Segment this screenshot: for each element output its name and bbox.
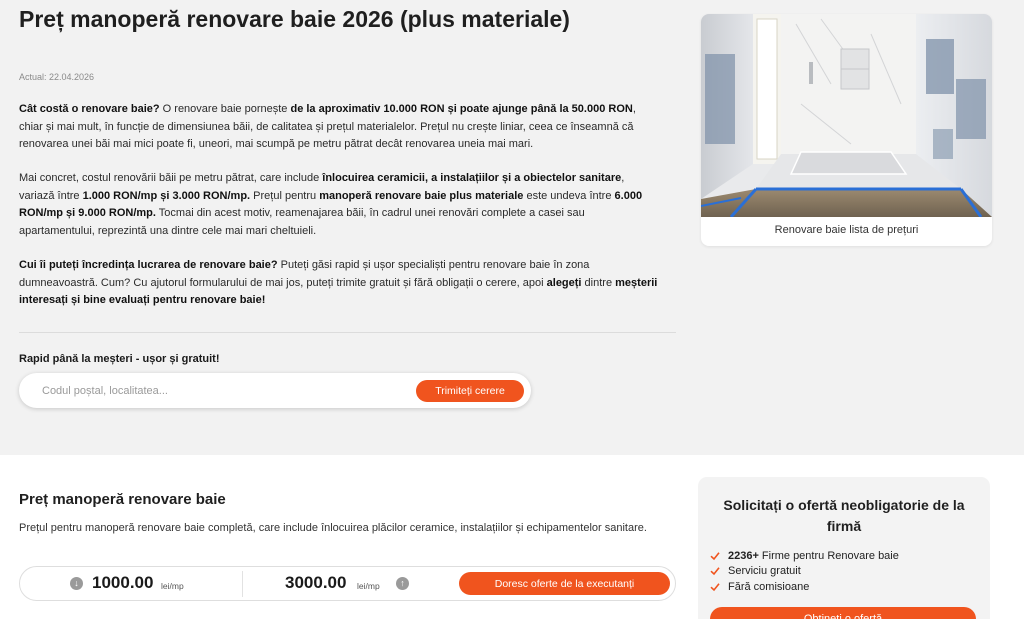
- bathroom-renovation-photo: [701, 14, 992, 217]
- list-item: Fără comisioane: [710, 579, 899, 595]
- bold-text-segment: alegeți: [546, 276, 582, 289]
- bold-text-segment: Cât costă o renovare baie?: [19, 103, 160, 115]
- pricing-description: Prețul pentru manoperă renovare baie com…: [19, 522, 647, 534]
- postal-code-input[interactable]: [35, 381, 405, 401]
- quick-request-form: Trimiteți cerere: [19, 373, 531, 408]
- list-item-text: Serviciu gratuit: [728, 565, 801, 578]
- request-offers-button[interactable]: Doresc oferte de la executanți: [459, 572, 670, 595]
- list-item-bold: 2236+: [728, 549, 759, 562]
- bold-text-segment: Cui îi puteți încredința lucrarea de ren…: [19, 259, 278, 271]
- intro-paragraph-3: Cui îi puteți încredința lucrarea de ren…: [19, 257, 659, 310]
- list-item-text: Firme pentru Renovare baie: [761, 549, 899, 562]
- list-item: 2236+ Firme pentru Renovare baie: [710, 548, 899, 564]
- pricing-title: Preț manoperă renovare baie: [19, 491, 226, 508]
- list-item-text: Fără comisioane: [728, 580, 810, 593]
- quick-form-label: Rapid până la meșteri - ușor și gratuit!: [19, 353, 220, 365]
- bold-text-segment: de la aproximativ 10.000 RON și poate aj…: [290, 103, 633, 115]
- offer-card-title: Solicitați o ofertă neobligatorie de la …: [723, 497, 965, 534]
- check-icon: [710, 567, 720, 576]
- max-price-value: 3000.00: [285, 573, 347, 592]
- price-range-bar: ↓ 1000.00 lei/mp 3000.00 lei/mp ↑ Doresc…: [19, 566, 676, 601]
- check-icon: [710, 583, 720, 591]
- photo-card: Renovare baie lista de prețuri: [701, 14, 992, 246]
- max-price-unit: lei/mp: [357, 581, 380, 591]
- text-segment: dintre: [581, 276, 616, 289]
- offer-card: Solicitați o ofertă neobligatorie de la …: [698, 477, 990, 619]
- arrow-up-circle-icon: ↑: [396, 577, 409, 590]
- page-title: Preț manoperă renovare baie 2026 (plus m…: [19, 6, 570, 32]
- min-price-value: 1000.00: [92, 573, 154, 592]
- intro-paragraph-2: Mai concret, costul renovării băii pe me…: [19, 170, 659, 240]
- text-segment: Prețul pentru: [250, 189, 320, 202]
- intro-paragraph-1: Cât costă o renovare baie? O renovare ba…: [19, 101, 659, 154]
- section-divider: [19, 332, 676, 333]
- benefits-list: 2236+ Firme pentru Renovare baie Servici…: [710, 548, 899, 595]
- hero-section: Preț manoperă renovare baie 2026 (plus m…: [0, 0, 1024, 455]
- send-request-button[interactable]: Trimiteți cerere: [416, 380, 524, 402]
- get-offer-button[interactable]: Obțineți o ofertă: [710, 607, 976, 619]
- bold-text-segment: 1.000 RON/mp și 3.000 RON/mp.: [82, 189, 251, 202]
- bold-text-segment: înlocuirea ceramicii, a instalațiilor și…: [322, 172, 622, 184]
- bold-text-segment: manoperă renovare baie plus materiale: [319, 189, 524, 202]
- min-price-unit: lei/mp: [161, 581, 184, 591]
- check-icon: [710, 552, 720, 560]
- updated-date: Actual: 22.04.2026: [19, 72, 95, 82]
- text-segment: Mai concret, costul renovării băii pe me…: [19, 172, 323, 184]
- price-separator: [242, 571, 243, 597]
- text-segment: este undeva între: [523, 189, 615, 202]
- photo-caption: Renovare baie lista de prețuri: [774, 224, 919, 236]
- list-item: Serviciu gratuit: [710, 564, 899, 580]
- text-segment: O renovare baie pornește: [159, 103, 291, 115]
- arrow-down-circle-icon: ↓: [70, 577, 83, 590]
